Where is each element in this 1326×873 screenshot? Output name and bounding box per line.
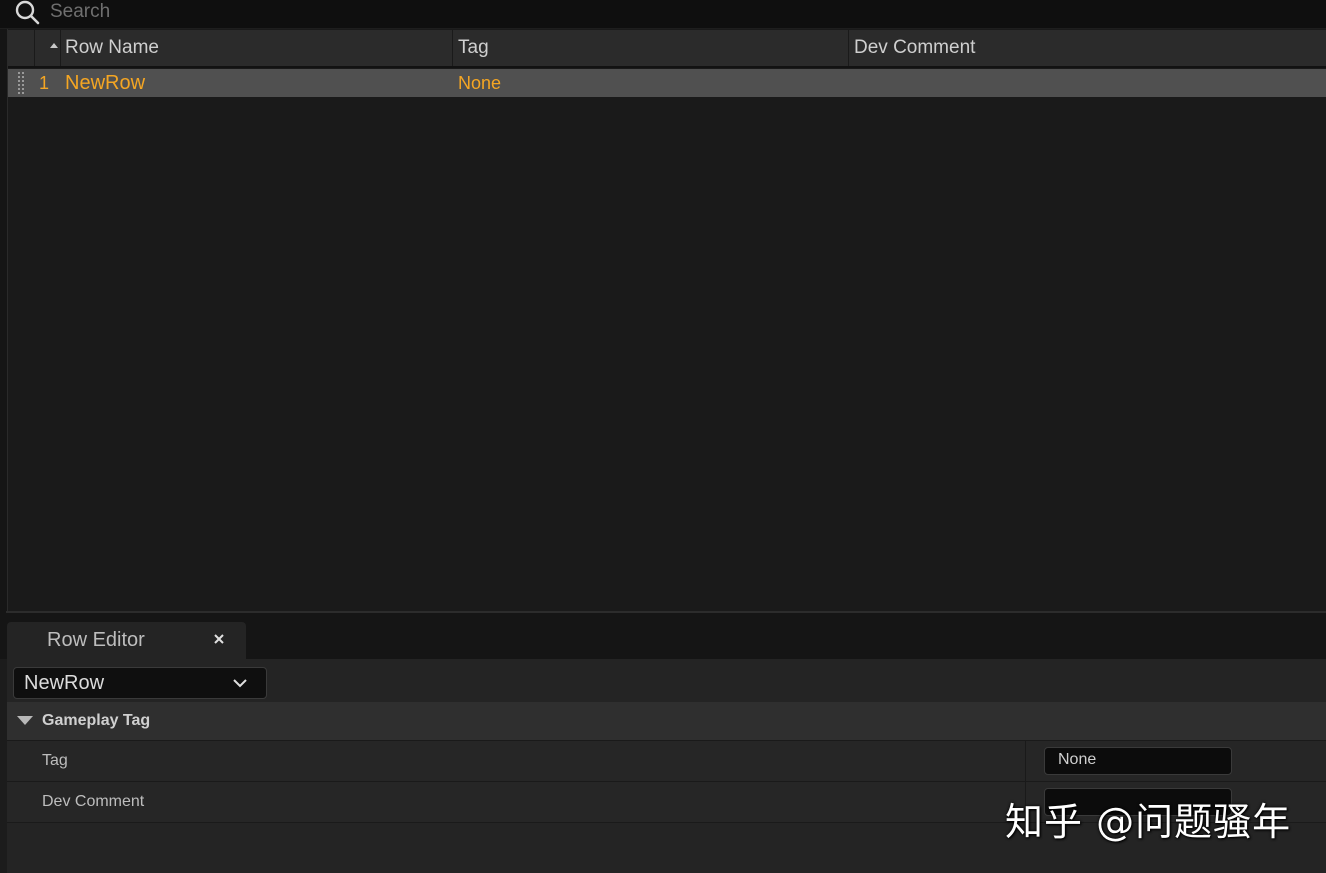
row-index: 1 (39, 73, 50, 93)
search-input[interactable] (50, 0, 650, 24)
tab-label: Row Editor (47, 629, 145, 651)
column-header-tag[interactable]: Tag (458, 30, 489, 66)
table-header: Row Name Tag Dev Comment (8, 30, 1326, 68)
category-gameplay-tag[interactable]: Gameplay Tag (7, 702, 1326, 741)
tag-value: None (1058, 751, 1097, 768)
search-icon (15, 0, 40, 25)
row-name-cell: NewRow (65, 72, 146, 94)
tag-cell: None (458, 73, 502, 93)
column-header-dev-comment[interactable]: Dev Comment (854, 30, 975, 66)
row-select-dropdown[interactable]: NewRow (13, 667, 267, 699)
selected-row-value: NewRow (24, 672, 105, 694)
watermark: 知乎 @问题骚年 (1005, 800, 1292, 844)
property-label: Tag (42, 752, 68, 769)
column-header-row-name[interactable]: Row Name (65, 30, 159, 66)
property-row-tag: Tag None (7, 741, 1326, 782)
chevron-down-icon (233, 679, 247, 688)
tab-row-editor[interactable]: Row Editor (7, 622, 246, 659)
property-label: Dev Comment (42, 793, 145, 810)
category-label: Gameplay Tag (42, 712, 151, 729)
sort-ascending-icon[interactable] (50, 43, 58, 48)
tag-value-field[interactable]: None (1044, 747, 1232, 775)
close-icon[interactable] (211, 631, 227, 647)
drag-handle-icon[interactable] (18, 72, 26, 94)
table-row[interactable]: 1 NewRow None (8, 69, 1326, 97)
expand-arrow-icon[interactable] (17, 716, 33, 725)
panel-divider (6, 611, 1326, 613)
data-table (7, 29, 1326, 612)
